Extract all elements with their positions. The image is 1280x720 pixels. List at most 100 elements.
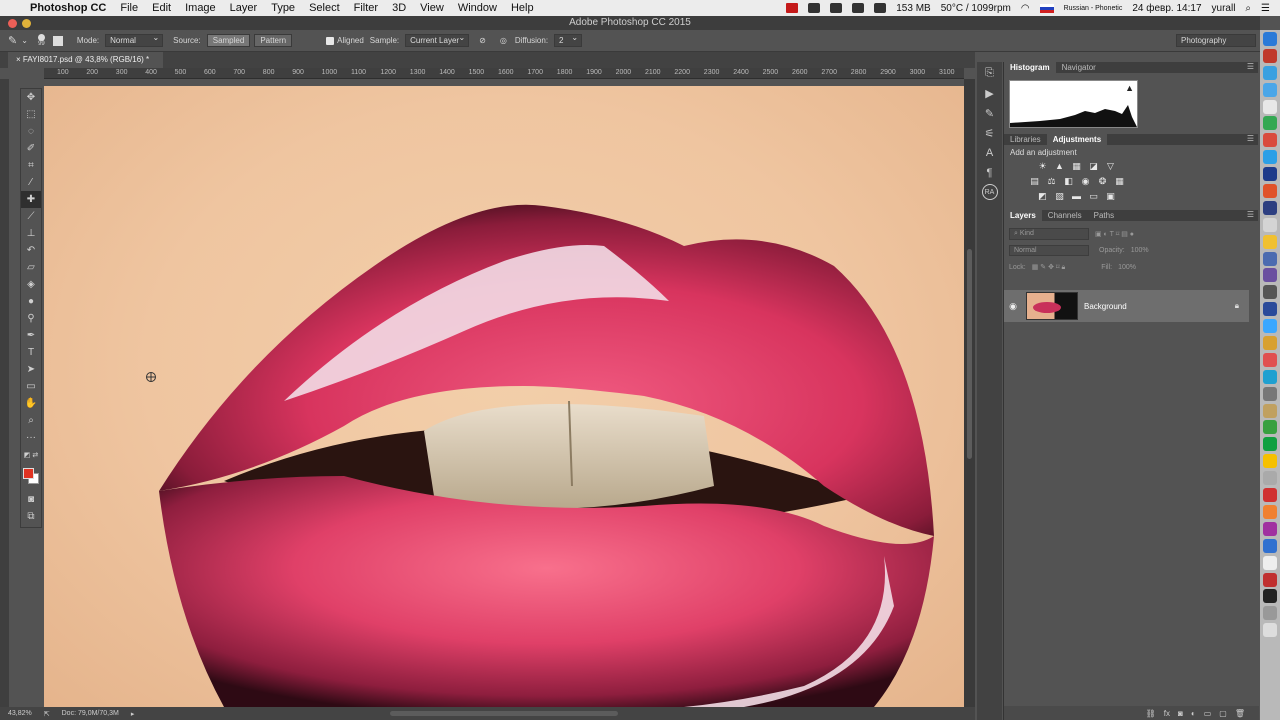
character-panel-icon[interactable]: A — [980, 144, 1000, 162]
threshold-icon[interactable]: ▬ — [1070, 190, 1083, 202]
scroll-thumb[interactable] — [967, 249, 972, 459]
temperature-readout[interactable]: 50°C / 1099rpm — [941, 3, 1011, 14]
quick-mask-icon[interactable]: ◙ — [21, 491, 41, 508]
document-tab[interactable]: × FAYI8017.psd @ 43,8% (RGB/16) * — [8, 52, 164, 68]
channel-mixer-icon[interactable]: ❂ — [1096, 175, 1109, 187]
menu-list-icon[interactable]: ☰ — [1261, 3, 1270, 14]
doc-size[interactable]: Doc: 79,0M/70,3M — [62, 710, 119, 717]
search-icon[interactable]: ⌕ — [1245, 3, 1251, 14]
new-adjustment-icon[interactable]: ◐ — [1191, 709, 1196, 718]
brush-picker[interactable]: 99 — [37, 34, 45, 47]
menu-select[interactable]: Select — [309, 2, 340, 14]
dock-app-icon[interactable] — [1263, 251, 1277, 266]
dock-app-icon[interactable] — [1263, 538, 1277, 553]
mode-select[interactable]: Normal — [105, 33, 164, 47]
brush-panel-icon[interactable] — [52, 35, 63, 46]
close-icon[interactable] — [8, 19, 17, 28]
foreground-color[interactable] — [23, 468, 34, 479]
history-brush-tool-icon[interactable]: ↶ — [21, 242, 41, 259]
quick-select-tool-icon[interactable]: ✐ — [21, 140, 41, 157]
menu-type[interactable]: Type — [271, 2, 295, 14]
tab-adjustments[interactable]: Adjustments — [1046, 134, 1108, 145]
lock-icon[interactable]: 🔒︎ — [1235, 301, 1239, 311]
levels-icon[interactable]: ▲ — [1053, 160, 1066, 172]
crop-tool-icon[interactable]: ⌗ — [21, 157, 41, 174]
posterize-icon[interactable]: ▧ — [1053, 190, 1066, 202]
dock-app-icon[interactable] — [1263, 268, 1277, 283]
dock-app-icon[interactable] — [1263, 521, 1277, 536]
gradient-map-icon[interactable]: ▭ — [1087, 190, 1100, 202]
kind-filter[interactable]: ⌕ Kind — [1009, 227, 1089, 240]
healing-brush-icon[interactable]: ✎ — [8, 34, 17, 47]
app-menu[interactable]: Photoshop CC — [30, 2, 106, 14]
default-colors-icon[interactable]: ◩ ⇄ — [21, 446, 41, 463]
more-tools-icon[interactable]: ··· — [21, 429, 41, 446]
zoom-level[interactable]: 43,82% — [8, 710, 32, 717]
dodge-tool-icon[interactable]: ⚲ — [21, 310, 41, 327]
close-icon[interactable]: × — [16, 55, 21, 64]
trash-icon[interactable]: 🗑︎ — [1235, 709, 1245, 718]
blend-mode-select[interactable]: Normal — [1009, 245, 1089, 256]
clock[interactable]: 24 февр. 14:17 — [1132, 3, 1201, 14]
menu-layer[interactable]: Layer — [230, 2, 258, 14]
canvas-horizontal-scrollbar[interactable] — [390, 711, 618, 716]
tool-preset[interactable]: ✎ ⌄ — [8, 34, 28, 47]
paint-bucket-tool-icon[interactable]: ◈ — [21, 276, 41, 293]
dock-app-icon[interactable] — [1263, 454, 1277, 469]
menu-help[interactable]: Help — [511, 2, 534, 14]
export-icon[interactable]: ⇱ — [44, 710, 50, 718]
dock-app-icon[interactable] — [1263, 82, 1277, 97]
tab-layers[interactable]: Layers — [1004, 210, 1042, 221]
dock-app-icon[interactable] — [1263, 437, 1277, 452]
menu-3d[interactable]: 3D — [392, 2, 406, 14]
dock-app-icon[interactable] — [1263, 319, 1277, 334]
hue-saturation-icon[interactable]: ▤ — [1028, 175, 1041, 187]
properties-icon[interactable]: ⚟ — [980, 124, 1000, 142]
layer-row-background[interactable]: ◉ Background 🔒︎ — [1004, 290, 1249, 322]
fill-value[interactable]: 100% — [1118, 264, 1136, 271]
actions-play-icon[interactable]: ▶ — [980, 84, 1000, 102]
dock-app-icon[interactable] — [1263, 369, 1277, 384]
panel-menu-icon[interactable]: ☰ — [1247, 62, 1254, 71]
dock-app-icon[interactable] — [1263, 302, 1277, 317]
source-sampled-button[interactable]: Sampled — [206, 34, 251, 47]
canvas-vertical-scrollbar[interactable] — [964, 79, 975, 707]
selective-color-icon[interactable]: ▣ — [1104, 190, 1117, 202]
rectangle-tool-icon[interactable]: ▭ — [21, 378, 41, 395]
dock-app-icon[interactable] — [1263, 589, 1277, 604]
panel-menu-icon[interactable]: ☰ — [1247, 134, 1254, 143]
dock-app-icon[interactable] — [1263, 555, 1277, 570]
link-layers-icon[interactable]: ⛓ — [1146, 709, 1156, 718]
tab-paths[interactable]: Paths — [1088, 210, 1120, 221]
lock-icons[interactable]: ▦ ✎ ✥ ⌑ 🔒︎ — [1032, 263, 1065, 272]
user-name[interactable]: yurall — [1212, 3, 1236, 14]
color-balance-icon[interactable]: ⚖ — [1045, 175, 1058, 187]
status-icon[interactable] — [852, 3, 865, 13]
clone-stamp-tool-icon[interactable]: ⊥ — [21, 225, 41, 242]
menu-edit[interactable]: Edit — [152, 2, 171, 14]
fx-icon[interactable]: fx — [1164, 709, 1170, 718]
dock-app-icon[interactable] — [1263, 623, 1277, 638]
zoom-tool-icon[interactable]: ⌕ — [21, 412, 41, 429]
ignore-adjustment-icon[interactable]: ⊘ — [479, 36, 486, 45]
dock-app-icon[interactable] — [1263, 352, 1277, 367]
dock-app-icon[interactable] — [1263, 116, 1277, 131]
filter-icons[interactable]: ▣ ◐ T ⌑ ▤ ● — [1095, 230, 1134, 238]
status-icon[interactable] — [808, 3, 821, 13]
blur-tool-icon[interactable]: ● — [21, 293, 41, 310]
dock-app-icon[interactable] — [1263, 217, 1277, 232]
visibility-eye-icon[interactable]: ◉ — [1004, 301, 1022, 312]
paragraph-panel-icon[interactable]: ¶ — [980, 164, 1000, 182]
layer-thumbnail[interactable] — [1026, 292, 1078, 320]
aligned-checkbox[interactable] — [326, 36, 335, 45]
dock-app-icon[interactable] — [1263, 471, 1277, 486]
memory-readout[interactable]: 153 MB — [896, 3, 930, 14]
dock-app-icon[interactable] — [1263, 403, 1277, 418]
pressure-icon[interactable]: ◎ — [500, 36, 507, 45]
dock-app-icon[interactable] — [1263, 234, 1277, 249]
color-swatches[interactable] — [21, 466, 41, 488]
status-icon[interactable] — [874, 3, 887, 13]
eraser-tool-icon[interactable]: ▱ — [21, 259, 41, 276]
hand-tool-icon[interactable]: ✋ — [21, 395, 41, 412]
pen-tool-icon[interactable]: ✒ — [21, 327, 41, 344]
